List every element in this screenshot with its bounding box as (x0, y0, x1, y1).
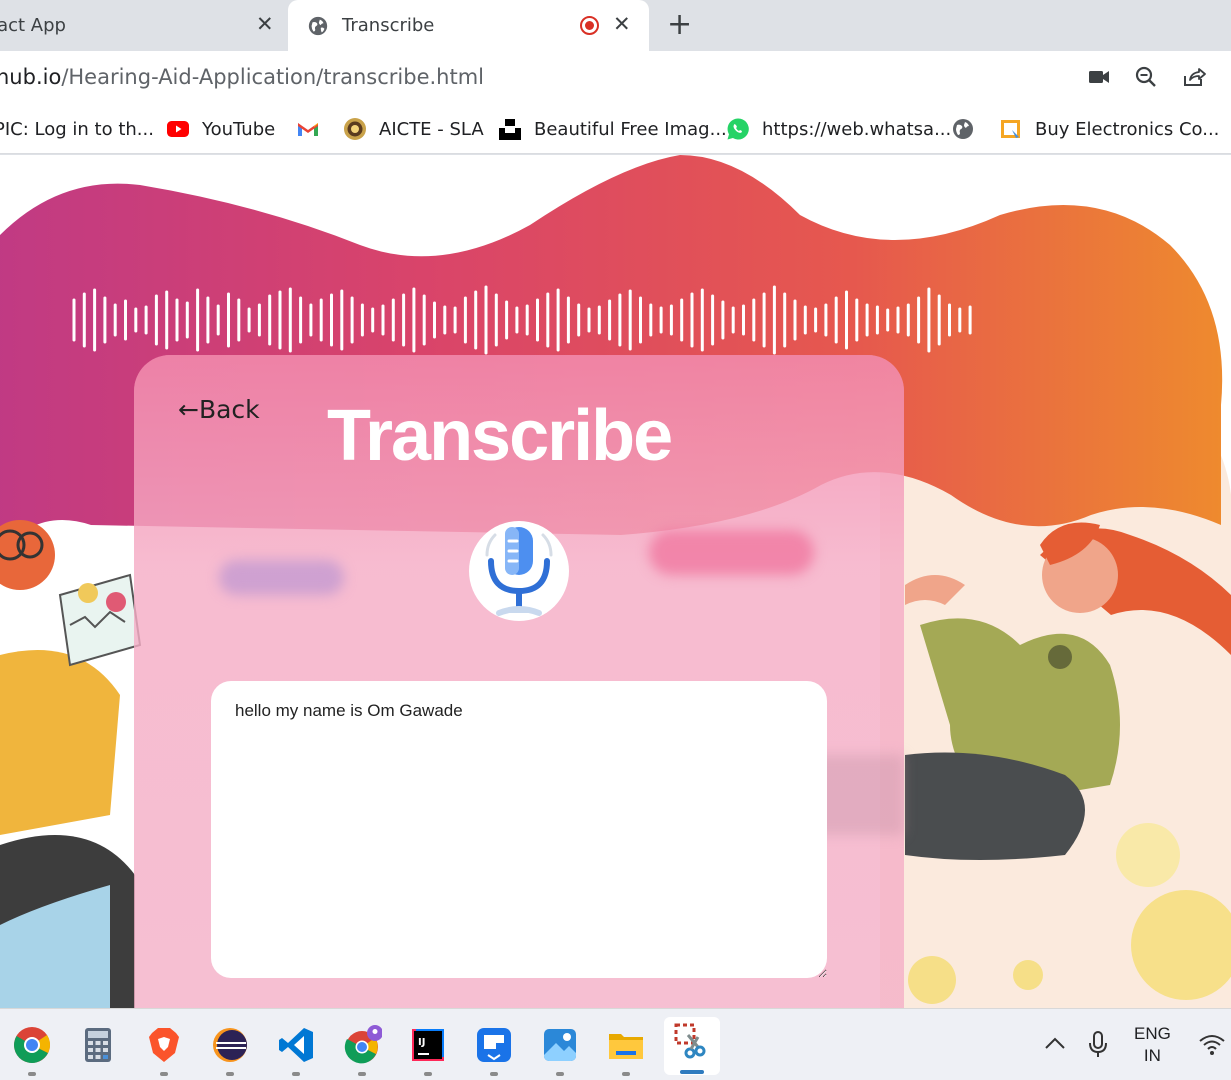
transcript-textarea[interactable]: hello my name is Om Gawade (211, 681, 827, 978)
bookmark-aicte[interactable]: AICTE - SLA (343, 116, 484, 142)
bookmark-item[interactable]: PIC: Log in to th... (0, 116, 154, 142)
url-host: hub.io (0, 65, 62, 89)
tab-strip: eact App ✕ Transcribe ✕ + (0, 0, 1231, 51)
bookmark-gmail[interactable] (296, 116, 332, 142)
aicte-icon (344, 118, 366, 140)
taskbar-intellij[interactable]: IJ (408, 1025, 448, 1076)
taskbar: IJ ENG IN (0, 1008, 1231, 1080)
snipping-tool-icon (674, 1023, 706, 1059)
intellij-icon: IJ (412, 1029, 444, 1061)
microphone-tray-icon[interactable] (1086, 1029, 1110, 1061)
new-tab-button[interactable]: + (667, 8, 692, 42)
running-indicator (490, 1072, 498, 1076)
page-viewport: ←Back Transcribe hello my name is Om Gaw… (0, 155, 1231, 1008)
bookmark-electronics[interactable]: Buy Electronics Co... (999, 116, 1219, 142)
close-icon[interactable]: ✕ (613, 12, 631, 36)
bookmark-label: PIC: Log in to th... (0, 118, 154, 140)
tab-title: Transcribe (342, 15, 435, 36)
brave-icon (149, 1028, 179, 1062)
store-icon (1001, 120, 1020, 138)
calculator-icon (85, 1028, 111, 1062)
globe-icon (953, 119, 973, 139)
tab-react-app[interactable]: eact App ✕ (0, 0, 288, 51)
taskbar-brave[interactable] (144, 1025, 184, 1076)
folder-icon (609, 1034, 643, 1059)
taskbar-app-blue[interactable] (474, 1025, 514, 1076)
bookmark-label: AICTE - SLA (379, 118, 484, 140)
active-indicator (680, 1070, 704, 1074)
bookmark-youtube[interactable]: YouTube (166, 116, 275, 142)
url-text[interactable]: hub.io/Hearing-Aid-Application/transcrib… (0, 65, 484, 89)
back-button[interactable]: ←Back (178, 395, 260, 424)
running-indicator (556, 1072, 564, 1076)
running-indicator (226, 1072, 234, 1076)
back-label: Back (198, 395, 260, 424)
bookmarks-bar: PIC: Log in to th... YouTube AICTE - SLA… (0, 104, 1231, 154)
photos-icon (544, 1029, 576, 1061)
share-icon[interactable] (1181, 64, 1207, 90)
taskbar-file-explorer[interactable] (606, 1025, 646, 1076)
bookmark-unsplash[interactable]: Beautiful Free Imag... (498, 116, 727, 142)
running-indicator (292, 1072, 300, 1076)
whatsapp-icon (727, 118, 749, 140)
page-title: Transcribe (327, 396, 673, 476)
language-code: ENG (1134, 1024, 1171, 1043)
blurred-shape (649, 530, 814, 575)
recording-icon (580, 16, 599, 35)
bookmark-label: YouTube (202, 118, 276, 140)
chrome-icon (14, 1027, 51, 1063)
close-icon[interactable]: ✕ (256, 12, 274, 36)
microphone-button[interactable] (469, 521, 569, 621)
microphone-icon (485, 527, 553, 616)
address-bar[interactable]: hub.io/Hearing-Aid-Application/transcrib… (0, 51, 1231, 104)
taskbar-eclipse[interactable] (210, 1025, 250, 1076)
bookmark-label: Beautiful Free Imag... (534, 118, 727, 140)
wifi-icon[interactable] (1198, 1033, 1226, 1057)
youtube-icon (167, 121, 189, 137)
running-indicator (622, 1072, 630, 1076)
tab-transcribe[interactable]: Transcribe ✕ (288, 0, 649, 51)
taskbar-calculator[interactable] (78, 1025, 118, 1065)
gmail-icon (298, 123, 318, 136)
running-indicator (160, 1072, 168, 1076)
running-indicator (424, 1072, 432, 1076)
globe-icon (308, 16, 328, 36)
vscode-icon (279, 1028, 313, 1062)
taskbar-snipping-tool[interactable] (664, 1017, 720, 1075)
tab-title: eact App (0, 15, 66, 36)
eclipse-icon (213, 1028, 247, 1062)
left-character (0, 520, 142, 1008)
camera-icon[interactable] (1086, 64, 1112, 90)
bookmark-label: https://web.whatsa... (762, 118, 952, 140)
svg-text:IJ: IJ (418, 1037, 425, 1048)
blurred-shape (219, 560, 344, 595)
running-indicator (358, 1072, 366, 1076)
taskbar-chrome[interactable] (12, 1025, 52, 1076)
url-path: /Hearing-Aid-Application/transcribe.html (61, 65, 485, 89)
language-indicator[interactable]: ENG IN (1134, 1023, 1171, 1067)
running-indicator (28, 1072, 36, 1076)
bookmark-label: Buy Electronics Co... (1035, 118, 1220, 140)
region-code: IN (1143, 1046, 1161, 1065)
app-blue-icon (477, 1028, 511, 1062)
taskbar-vscode[interactable] (276, 1025, 316, 1076)
zoom-icon[interactable] (1133, 64, 1159, 90)
chevron-up-icon[interactable] (1044, 1035, 1066, 1051)
unsplash-icon (499, 119, 521, 140)
chrome-profile-icon (344, 1025, 383, 1064)
bookmark-whatsapp[interactable]: https://web.whatsa... (726, 116, 951, 142)
taskbar-chrome-profile[interactable] (342, 1025, 383, 1076)
bookmark-globe[interactable] (951, 116, 987, 142)
taskbar-photos[interactable] (540, 1025, 580, 1076)
